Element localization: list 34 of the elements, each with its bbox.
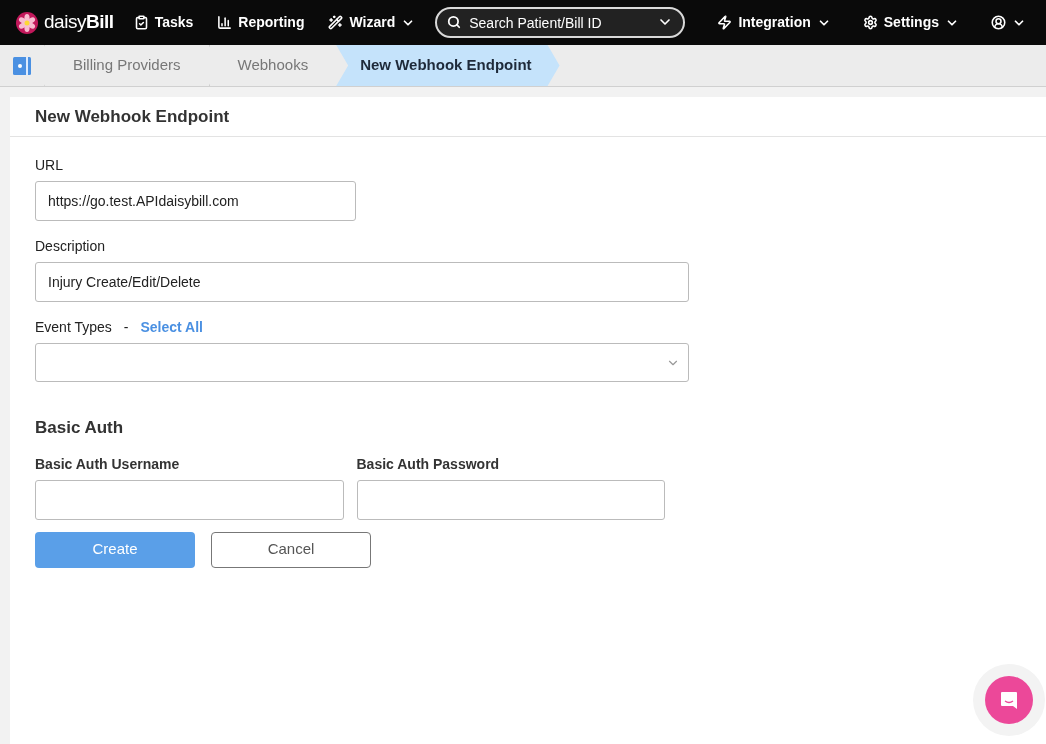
breadcrumb-link[interactable]: Billing Providers	[44, 45, 209, 86]
input-field[interactable]: https://go.test.APIdaisybill.com	[35, 181, 356, 221]
search-icon	[447, 15, 462, 29]
search-field[interactable]: Search Patient/Bill ID	[435, 7, 686, 38]
magic-wand-icon	[328, 15, 344, 30]
input-field[interactable]	[35, 479, 344, 520]
settings-icon	[862, 15, 878, 30]
field-label: Basic Auth Username	[35, 454, 181, 474]
lightning-icon	[717, 15, 733, 30]
field-label: URL	[35, 156, 64, 175]
field-label: Event Types	[35, 318, 112, 337]
breadcrumb-link[interactable]: New Webhook Endpoint	[336, 45, 560, 86]
field-label: Description	[35, 237, 107, 256]
nav-item[interactable]: Tasks	[129, 12, 198, 33]
section-title: Basic Auth	[35, 417, 125, 439]
input-field[interactable]: Injury Create/Edit/Delete	[35, 262, 689, 302]
form-title: New Webhook Endpoint	[35, 105, 230, 128]
nav-item[interactable]: Wizard	[324, 12, 420, 33]
nav-item[interactable]: Integration	[713, 12, 835, 33]
field-label: Basic Auth Password	[356, 454, 501, 474]
clipboard-icon	[133, 15, 149, 30]
bar-chart-icon	[217, 15, 233, 30]
select-field[interactable]	[35, 343, 689, 382]
notebook-icon	[12, 55, 32, 76]
separator-text: -	[123, 318, 129, 337]
breadcrumb-link[interactable]: Webhooks	[208, 45, 337, 86]
input-field[interactable]	[356, 479, 665, 520]
chat-bubble-icon	[999, 690, 1019, 710]
flower-logo-icon	[16, 11, 38, 34]
nav-item[interactable]: Reporting	[213, 12, 309, 33]
cancel-button[interactable]: Cancel	[211, 531, 371, 568]
nav-item[interactable]: Settings	[858, 12, 963, 33]
brand-name: daisyBill	[44, 10, 114, 35]
user-icon	[991, 15, 1006, 30]
